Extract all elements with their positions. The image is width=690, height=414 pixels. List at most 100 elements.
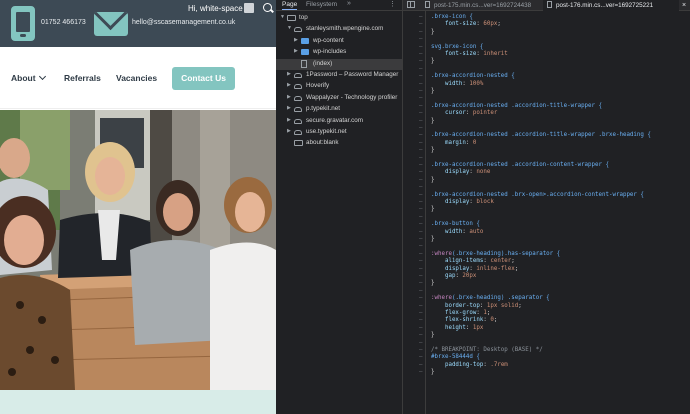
code-token: :	[465, 110, 473, 117]
code-token: }	[431, 206, 435, 213]
expand-arrow-icon[interactable]: ▼	[280, 14, 285, 20]
email-address[interactable]: hello@sscasemanagement.co.uk	[132, 19, 235, 26]
more-options-icon[interactable]: ⋮	[389, 0, 396, 8]
tree-item[interactable]: ▶ use.typekit.net	[276, 127, 402, 138]
file-icon	[547, 1, 552, 8]
mail-icon	[94, 12, 128, 36]
code-token: #brxe-58444d {	[431, 354, 480, 361]
code-token: }	[431, 58, 435, 65]
code-token: }	[431, 236, 435, 242]
folder-icon	[301, 49, 309, 56]
tree-item-label: use.typekit.net	[306, 128, 347, 135]
code-token: width	[431, 80, 463, 87]
code-token: ;	[514, 265, 519, 272]
code-token: }	[431, 117, 435, 124]
cloud-icon	[294, 95, 302, 101]
collapse-arrow-icon[interactable]: ▶	[287, 71, 291, 77]
tree-item-label: p.typekit.net	[306, 105, 340, 113]
code-token: 1px solid	[486, 302, 519, 309]
phone-number[interactable]: 01752 466173	[41, 19, 86, 26]
tree-item-label: wp-content	[313, 36, 344, 44]
code-token: :	[465, 139, 473, 146]
code-token: :where	[431, 295, 452, 302]
tree-item-label: wp-includes	[313, 48, 347, 56]
collapse-arrow-icon[interactable]: ▶	[287, 128, 291, 134]
code-token: font-size	[431, 51, 477, 57]
line-gutter[interactable]: –	[419, 368, 423, 377]
code-token: cursor	[431, 110, 466, 117]
tree-item[interactable]: ▶ Wappalyzer - Technology profiler	[276, 93, 402, 104]
code-token: flex-grow	[431, 310, 477, 316]
tree-item[interactable]: ▶ 1Password – Password Manager	[276, 70, 402, 81]
search-icon[interactable]	[263, 3, 272, 12]
tree-item[interactable]: ▶ secure.gravatar.com	[276, 116, 402, 127]
editor-tab-post-176[interactable]: post-176.min.cs...ver=1692725221	[543, 0, 679, 11]
editor-tab-post-175[interactable]: post-175.min.cs...ver=1692724438	[421, 0, 541, 11]
cloud-icon	[294, 84, 302, 90]
collapse-arrow-icon[interactable]: ▶	[294, 48, 298, 54]
code-token: auto	[469, 228, 484, 235]
nav-vacancies[interactable]: Vacancies	[116, 73, 157, 83]
code-token: }	[431, 147, 435, 154]
tab-page[interactable]: Page	[282, 1, 298, 10]
avatar[interactable]	[244, 3, 254, 13]
close-icon[interactable]: ×	[682, 0, 686, 11]
frame-icon	[287, 15, 296, 21]
tree-item[interactable]: ▶ Hoverify	[276, 81, 402, 92]
code-token: width	[431, 228, 463, 235]
code-token: padding-top	[431, 361, 484, 368]
nav-referrals[interactable]: Referrals	[64, 73, 101, 83]
editor-tabs: post-175.min.cs...ver=1692724438 post-17…	[403, 0, 690, 11]
tree-item[interactable]: about:blank	[276, 138, 402, 149]
tree-item[interactable]: ▶ wp-content	[276, 36, 402, 47]
code-token: ;	[518, 302, 522, 309]
cloud-icon	[294, 107, 302, 113]
code-token: }	[431, 176, 435, 183]
admin-bar: Hi, white-space	[180, 0, 276, 16]
code-token: .brxe-icon {	[431, 14, 473, 20]
tree-item-label: secure.gravatar.com	[306, 116, 364, 124]
contact-us-button[interactable]: Contact Us	[172, 67, 235, 90]
code-text: }	[431, 368, 435, 377]
hero-photo	[0, 110, 276, 390]
toggle-navigator-icon[interactable]	[407, 1, 415, 8]
code-token: 100%	[469, 80, 484, 87]
code-token: :	[465, 324, 473, 331]
code-token: 1px	[472, 324, 484, 331]
code-line[interactable]: –}	[403, 368, 690, 377]
code-token: ;	[493, 317, 498, 324]
code-token: ;	[511, 258, 515, 265]
file-icon	[301, 59, 307, 68]
code-token: (.brxe-heading).has-separator {	[451, 250, 561, 257]
more-tabs-button[interactable]: »	[347, 0, 351, 7]
folder-icon	[301, 37, 309, 44]
tree-item[interactable]: ▶ p.typekit.net	[276, 104, 402, 115]
code-token: .7rem	[490, 361, 508, 368]
collapse-arrow-icon[interactable]: ▶	[287, 117, 291, 123]
collapse-arrow-icon[interactable]: ▶	[287, 94, 291, 100]
collapse-arrow-icon[interactable]: ▶	[287, 82, 291, 88]
expand-arrow-icon[interactable]: ▼	[287, 25, 292, 31]
phone-icon	[11, 6, 35, 41]
tree-item[interactable]: ▼ top	[276, 13, 402, 24]
cloud-icon	[294, 130, 302, 135]
code-token: display	[431, 169, 470, 176]
collapse-arrow-icon[interactable]: ▶	[294, 37, 298, 43]
tab-filesystem[interactable]: Filesystem	[306, 1, 337, 8]
code-token: inherit	[483, 51, 508, 57]
frame-icon	[294, 140, 303, 147]
code-token: block	[476, 199, 494, 205]
code-token: height	[431, 324, 466, 331]
admin-greeting[interactable]: Hi, white-space	[188, 4, 243, 13]
tree-item[interactable]: ▶ wp-includes	[276, 47, 402, 58]
tree-item[interactable]: (index)	[276, 58, 402, 70]
code-token: }	[431, 369, 435, 376]
code-token: margin	[431, 139, 466, 146]
code-token: :	[479, 302, 487, 309]
code-token: gap	[431, 273, 456, 279]
chevron-down-icon[interactable]	[38, 72, 47, 81]
collapse-arrow-icon[interactable]: ▶	[287, 105, 291, 111]
nav-about[interactable]: About	[11, 73, 36, 83]
cloud-icon	[294, 73, 302, 78]
tree-item[interactable]: ▼ stanleysmith.wpengine.com	[276, 24, 402, 35]
